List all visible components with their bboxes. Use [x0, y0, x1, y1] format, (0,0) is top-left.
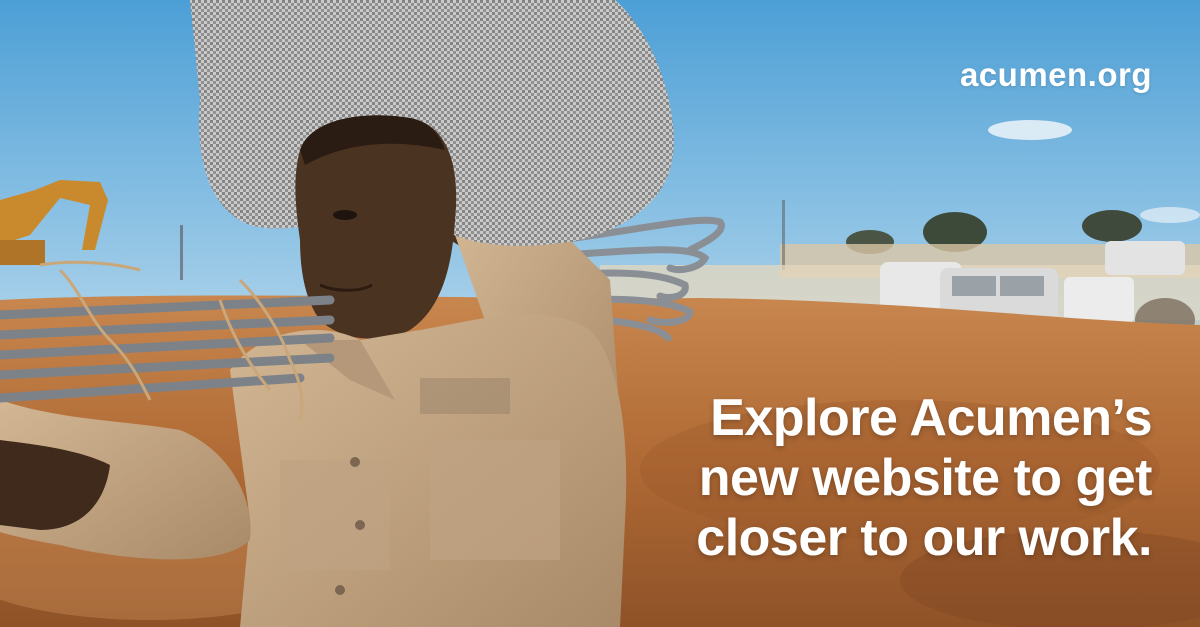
promo-banner: acumen.org Explore Acumen’s new website …	[0, 0, 1200, 627]
headline-line-3: closer to our work.	[696, 509, 1152, 567]
headline-line-2: new website to get	[698, 449, 1153, 507]
headline: Explore Acumen’s new website to get clos…	[592, 388, 1152, 568]
site-url: acumen.org	[959, 56, 1152, 93]
headline-line-1: Explore Acumen’s	[710, 389, 1152, 447]
